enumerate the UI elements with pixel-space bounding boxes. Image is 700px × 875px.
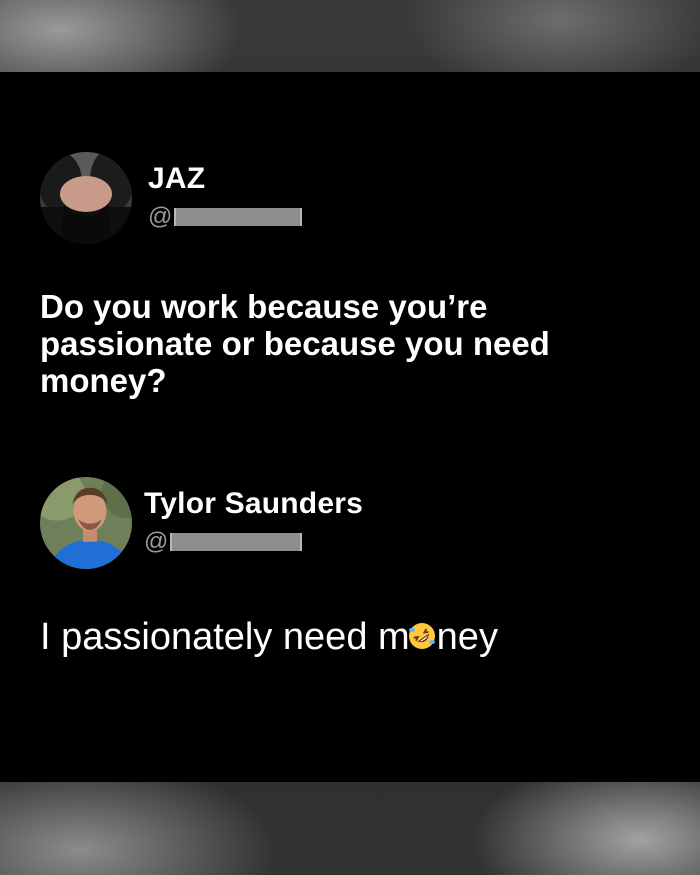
author-handle[interactable]: @ [144, 529, 363, 555]
tweet-card: JAZ @ Do you work because you’re passion… [0, 72, 700, 782]
handle-prefix: @ [148, 203, 173, 230]
author-name[interactable]: Tylor Saunders [144, 487, 363, 521]
post-text: Do you work because you’re passionate or… [40, 288, 550, 399]
redacted-handle [174, 208, 303, 226]
reply-text-end: ney [436, 616, 498, 658]
reply-text: I passionately need m ney [40, 615, 660, 659]
original-post: JAZ @ Do you work because you’re passion… [40, 152, 650, 399]
reply-post: Tylor Saunders @ I passionately need m n… [40, 477, 660, 659]
reply-text-start: I passionately need m [40, 616, 410, 658]
handle-prefix: @ [144, 528, 169, 555]
rolling-on-floor-laughing-icon [407, 617, 437, 649]
author-name[interactable]: JAZ [148, 162, 302, 196]
post-header: JAZ @ [40, 152, 650, 244]
redacted-handle [170, 533, 303, 551]
avatar[interactable] [40, 477, 132, 569]
avatar[interactable] [40, 152, 132, 244]
author-handle[interactable]: @ [148, 203, 303, 230]
post-header: Tylor Saunders @ [40, 477, 660, 569]
screenshot-frame: JAZ @ Do you work because you’re passion… [0, 0, 700, 875]
